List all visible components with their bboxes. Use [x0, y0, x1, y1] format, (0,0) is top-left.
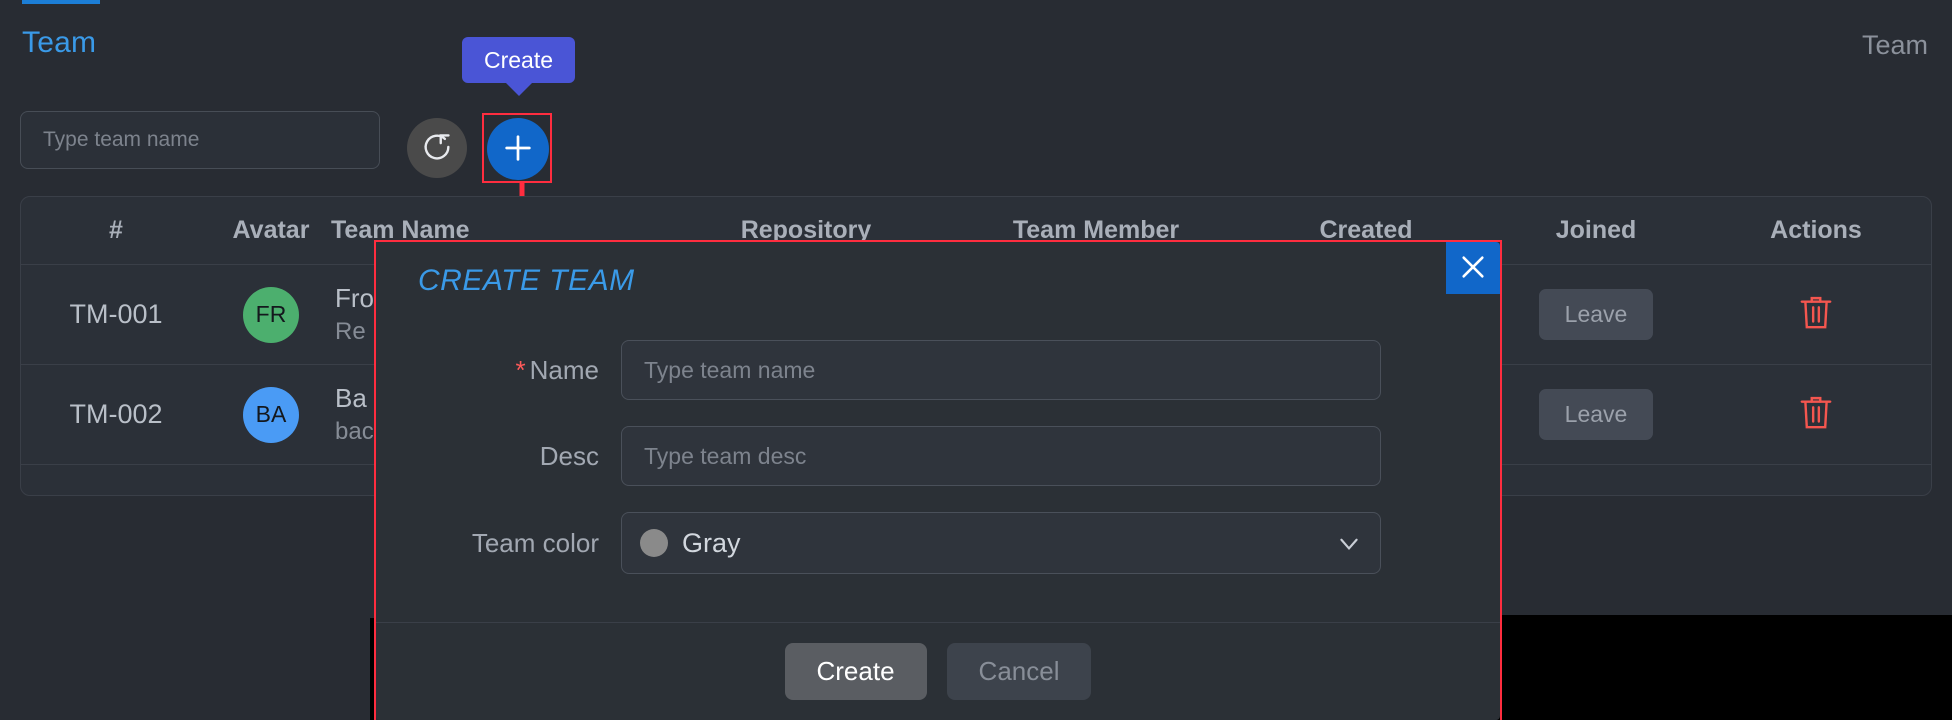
dialog-highlight-outline [374, 240, 1502, 720]
refresh-icon [421, 131, 453, 166]
header-id: # [109, 216, 123, 244]
active-tab-indicator [22, 0, 100, 4]
trash-icon [1799, 396, 1833, 435]
create-tooltip: Create [462, 37, 576, 84]
avatar: FR [243, 286, 299, 343]
team-desc-text: bac [335, 417, 374, 445]
leave-button[interactable]: Leave [1538, 289, 1654, 340]
trash-icon [1799, 296, 1833, 335]
header-avatar: Avatar [232, 216, 310, 244]
refresh-button[interactable] [407, 118, 467, 178]
team-name-text: Fro [335, 283, 374, 313]
create-button-highlight [482, 113, 552, 183]
app-root: Team Team Create # [0, 0, 1952, 720]
avatar: BA [243, 386, 299, 443]
cell-id: TM-001 [69, 299, 163, 329]
search-input[interactable] [20, 111, 380, 169]
plus-icon [501, 131, 535, 168]
black-band-right [1497, 615, 1952, 720]
page-title: Team [22, 26, 97, 59]
team-name-cell: Ba bac [331, 382, 374, 447]
team-name-cell: Fro Re [331, 282, 374, 347]
cell-id: TM-002 [69, 399, 163, 429]
breadcrumb: Team [1861, 30, 1928, 60]
team-name-text: Ba [335, 383, 367, 413]
create-team-button[interactable] [487, 118, 549, 180]
team-desc-text: Re [335, 317, 366, 345]
tooltip-label: Create [484, 47, 554, 73]
delete-team-button[interactable] [1799, 394, 1833, 435]
header-joined: Joined [1555, 216, 1637, 244]
leave-button[interactable]: Leave [1538, 389, 1654, 440]
delete-team-button[interactable] [1799, 294, 1833, 335]
header-actions: Actions [1770, 216, 1862, 244]
